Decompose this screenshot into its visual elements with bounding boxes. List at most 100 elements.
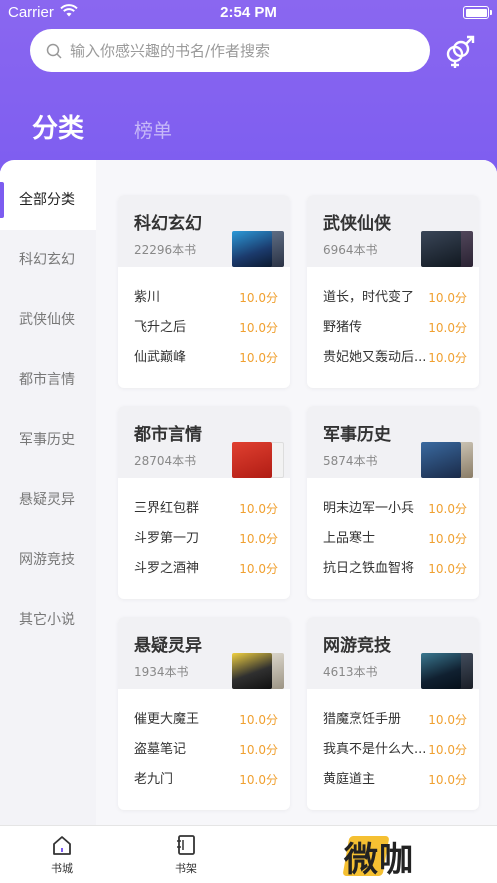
book-title: 仙武巅峰 xyxy=(134,350,187,365)
book-cover-stack xyxy=(232,442,284,478)
sidebar-item-military[interactable]: 军事历史 xyxy=(0,410,96,470)
sidebar-item-scifi[interactable]: 科幻玄幻 xyxy=(0,230,96,290)
sidebar-item-mystery[interactable]: 悬疑灵异 xyxy=(0,470,96,530)
list-item[interactable]: 上品寒士 10.0分 xyxy=(307,528,479,558)
book-score: 10.0分 xyxy=(428,743,467,757)
list-item[interactable]: 黄庭道主 10.0分 xyxy=(307,769,479,799)
sidebar-item-gaming[interactable]: 网游竞技 xyxy=(0,530,96,590)
category-card-mystery[interactable]: 悬疑灵异 1934本书 催更大魔王 10.0分 盗墓笔记 10.0分 老九门 10.0… xyxy=(118,617,290,810)
category-card-gaming[interactable]: 网游竞技 4613本书 猎魔烹饪手册 10.0分 我真不是什么大... 10.0分 … xyxy=(307,617,479,810)
list-item[interactable]: 抗日之铁血智将 10.0分 xyxy=(307,558,479,588)
list-item[interactable]: 斗罗之酒神 10.0分 xyxy=(118,558,290,588)
book-cover-stack xyxy=(421,231,473,267)
tab-bookshelf[interactable]: 书架 xyxy=(161,834,211,876)
book-list: 道长，时代变了 10.0分 野猪传 10.0分 贵妃她又轰动后... 10.0分 xyxy=(307,287,479,377)
list-item[interactable]: 老九门 10.0分 xyxy=(118,769,290,799)
category-sidebar: 全部分类 科幻玄幻 武侠仙侠 都市言情 军事历史 悬疑灵异 网游竞技 其它小说 xyxy=(0,170,96,825)
book-score: 10.0分 xyxy=(239,743,278,757)
book-score: 10.0分 xyxy=(428,532,467,546)
list-item[interactable]: 贵妃她又轰动后... 10.0分 xyxy=(307,347,479,377)
book-score: 10.0分 xyxy=(239,562,278,576)
list-item[interactable]: 猎魔烹饪手册 10.0分 xyxy=(307,709,479,739)
gender-switch-icon[interactable] xyxy=(442,35,476,69)
book-score: 10.0分 xyxy=(239,321,278,335)
card-title: 都市言情 xyxy=(134,425,202,445)
bottom-tab-bar: 书城 书架 微咖 xyxy=(0,825,497,883)
book-title: 催更大魔王 xyxy=(134,712,200,727)
sidebar-item-wuxia[interactable]: 武侠仙侠 xyxy=(0,290,96,350)
book-score: 10.0分 xyxy=(428,773,467,787)
search-bar[interactable] xyxy=(30,29,430,72)
book-score: 10.0分 xyxy=(239,532,278,546)
tab-bookstore-label: 书城 xyxy=(51,862,73,875)
search-input[interactable] xyxy=(70,41,410,60)
card-count: 6964本书 xyxy=(323,243,378,257)
book-list: 催更大魔王 10.0分 盗墓笔记 10.0分 老九门 10.0分 xyxy=(118,709,290,799)
card-title: 科幻玄幻 xyxy=(134,214,202,234)
book-title: 明末边军一小兵 xyxy=(323,501,415,516)
watermark-text: 微咖 xyxy=(344,840,414,880)
book-title: 三界红包群 xyxy=(134,501,200,516)
status-bar: Carrier 2:54 PM xyxy=(0,0,497,26)
list-item[interactable]: 斗罗第一刀 10.0分 xyxy=(118,528,290,558)
book-title: 猎魔烹饪手册 xyxy=(323,712,402,727)
book-score: 10.0分 xyxy=(428,713,467,727)
sidebar-item-urban[interactable]: 都市言情 xyxy=(0,350,96,410)
main-content: 全部分类 科幻玄幻 武侠仙侠 都市言情 军事历史 悬疑灵异 网游竞技 其它小说 … xyxy=(0,160,497,825)
card-count: 4613本书 xyxy=(323,665,378,679)
watermark-logo: 微咖 xyxy=(342,832,454,880)
list-item[interactable]: 盗墓笔记 10.0分 xyxy=(118,739,290,769)
book-score: 10.0分 xyxy=(428,562,467,576)
book-title: 盗墓笔记 xyxy=(134,742,187,757)
list-item[interactable]: 三界红包群 10.0分 xyxy=(118,498,290,528)
tab-rank[interactable]: 榜单 xyxy=(134,116,172,143)
book-score: 10.0分 xyxy=(428,321,467,335)
card-title: 武侠仙侠 xyxy=(323,214,391,234)
book-score: 10.0分 xyxy=(239,502,278,516)
book-score: 10.0分 xyxy=(428,291,467,305)
sidebar-item-all[interactable]: 全部分类 xyxy=(0,170,96,230)
list-item[interactable]: 明末边军一小兵 10.0分 xyxy=(307,498,479,528)
book-cover-stack xyxy=(421,442,473,478)
tab-bookshelf-label: 书架 xyxy=(175,862,197,875)
search-icon xyxy=(46,43,62,59)
category-card-scifi[interactable]: 科幻玄幻 22296本书 紫川 10.0分 飞升之后 10.0分 仙武巅峰 10.0分 xyxy=(118,195,290,388)
category-card-wuxia[interactable]: 武侠仙侠 6964本书 道长，时代变了 10.0分 野猪传 10.0分 贵妃她又轰动… xyxy=(307,195,479,388)
card-title: 悬疑灵异 xyxy=(134,636,202,656)
card-title: 军事历史 xyxy=(323,425,391,445)
card-count: 1934本书 xyxy=(134,665,189,679)
category-card-military[interactable]: 军事历史 5874本书 明末边军一小兵 10.0分 上品寒士 10.0分 抗日之铁血… xyxy=(307,406,479,599)
list-item[interactable]: 道长，时代变了 10.0分 xyxy=(307,287,479,317)
list-item[interactable]: 飞升之后 10.0分 xyxy=(118,317,290,347)
book-list: 猎魔烹饪手册 10.0分 我真不是什么大... 10.0分 黄庭道主 10.0分 xyxy=(307,709,479,799)
book-title: 野猪传 xyxy=(323,320,363,335)
list-item[interactable]: 我真不是什么大... 10.0分 xyxy=(307,739,479,769)
book-title: 贵妃她又轰动后... xyxy=(323,350,427,365)
list-item[interactable]: 野猪传 10.0分 xyxy=(307,317,479,347)
list-item[interactable]: 仙武巅峰 10.0分 xyxy=(118,347,290,377)
book-title: 抗日之铁血智将 xyxy=(323,561,415,576)
book-title: 上品寒士 xyxy=(323,531,376,546)
book-title: 道长，时代变了 xyxy=(323,290,415,305)
book-list: 三界红包群 10.0分 斗罗第一刀 10.0分 斗罗之酒神 10.0分 xyxy=(118,498,290,588)
book-title: 斗罗之酒神 xyxy=(134,561,200,576)
card-count: 5874本书 xyxy=(323,454,378,468)
card-title: 网游竞技 xyxy=(323,636,391,656)
home-icon xyxy=(53,836,71,855)
book-title: 老九门 xyxy=(134,772,174,787)
tab-bookstore[interactable]: 书城 xyxy=(37,834,87,876)
sidebar-item-other[interactable]: 其它小说 xyxy=(0,590,96,650)
book-score: 10.0分 xyxy=(428,502,467,516)
list-item[interactable]: 紫川 10.0分 xyxy=(118,287,290,317)
book-title: 斗罗第一刀 xyxy=(134,531,200,546)
book-cover-stack xyxy=(232,653,284,689)
category-card-urban[interactable]: 都市言情 28704本书 三界红包群 10.0分 斗罗第一刀 10.0分 斗罗之酒神… xyxy=(118,406,290,599)
book-title: 我真不是什么大... xyxy=(323,742,427,757)
top-tabs: 分类 榜单 xyxy=(0,100,497,160)
clock: 2:54 PM xyxy=(220,4,277,21)
book-title: 黄庭道主 xyxy=(323,772,376,787)
tab-category[interactable]: 分类 xyxy=(32,108,84,145)
book-title: 飞升之后 xyxy=(134,320,187,335)
book-list: 紫川 10.0分 飞升之后 10.0分 仙武巅峰 10.0分 xyxy=(118,287,290,377)
list-item[interactable]: 催更大魔王 10.0分 xyxy=(118,709,290,739)
